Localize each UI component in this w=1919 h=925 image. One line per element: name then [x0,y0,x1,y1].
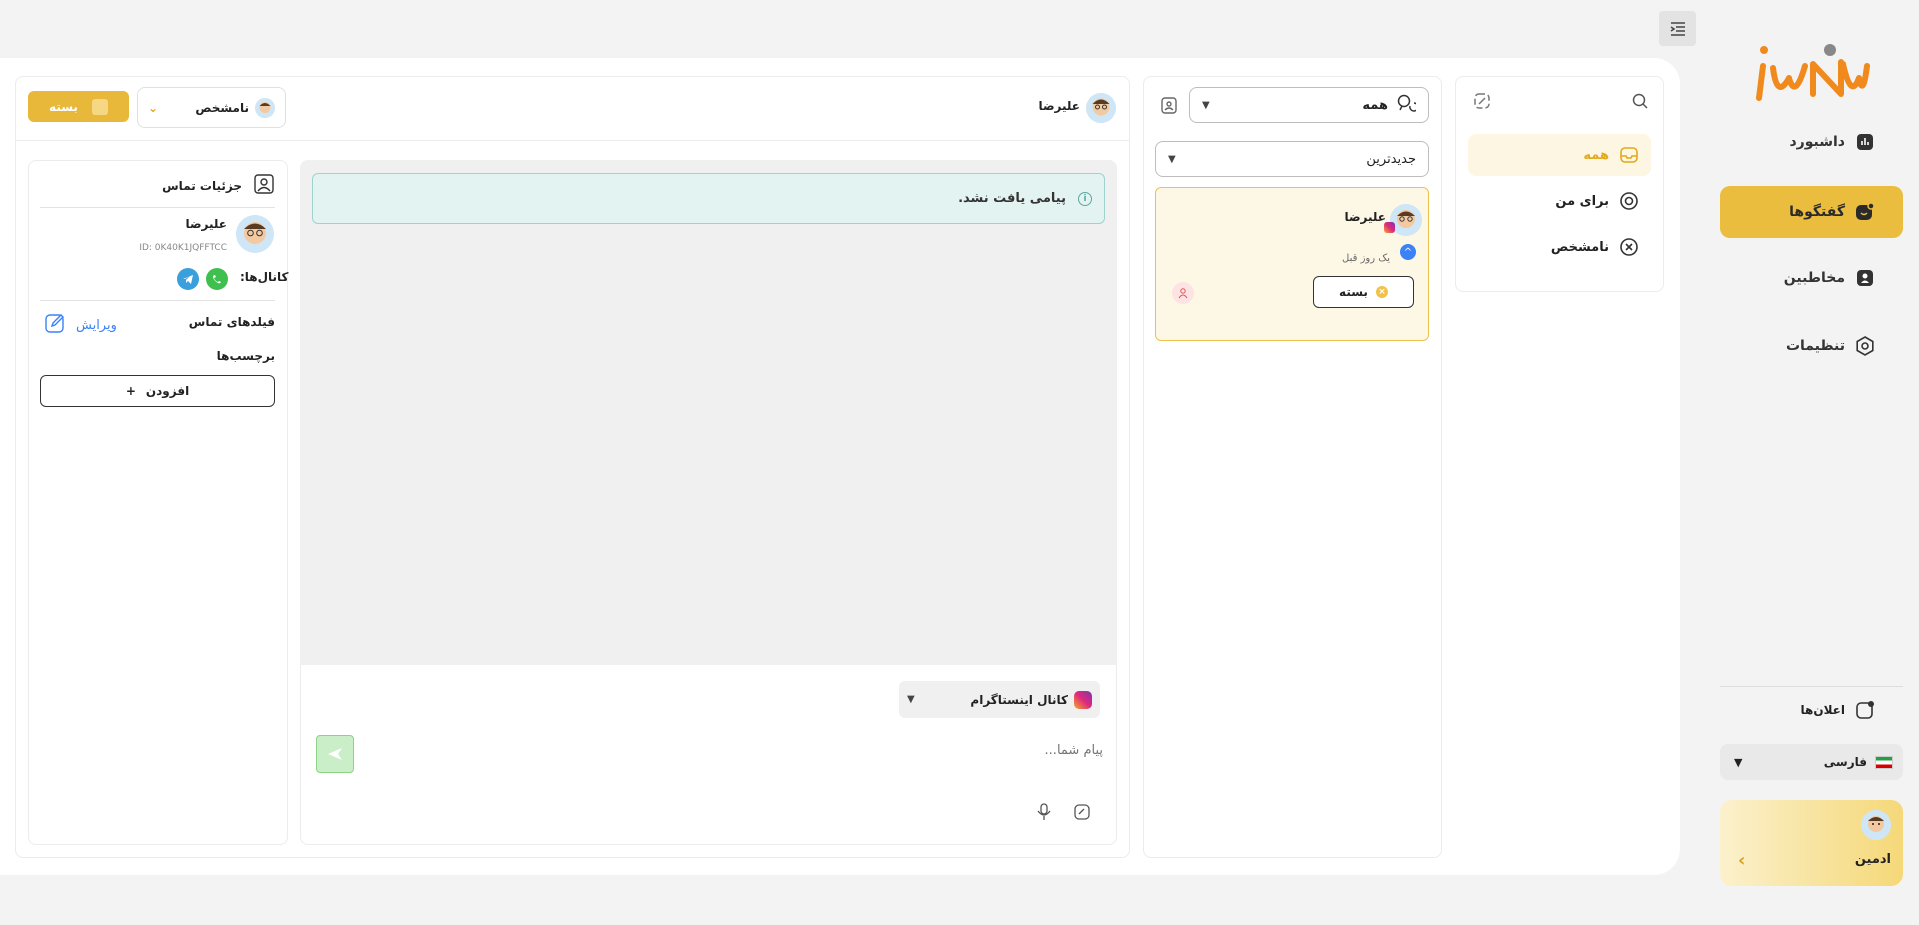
contact-name: علیرضا [185,217,227,231]
chat-icon [1855,202,1875,222]
contact-details-title: جزئیات تماس [162,178,242,193]
telegram-icon[interactable] [177,268,199,290]
send-button[interactable] [316,735,354,773]
edit-fields-button[interactable]: ویرایش [44,312,117,338]
menu-toggle-button[interactable] [1659,11,1696,46]
message-input[interactable] [370,735,1103,765]
contact-id: ID: 0K40K1JQFFTCC [139,243,227,253]
assignee-select[interactable]: نامشخص ⌄ [137,87,286,128]
scope-select[interactable]: همه ▼ [1189,87,1429,123]
search-icon[interactable] [1631,92,1649,114]
sidebar-item-dashboard[interactable]: داشبورد [1720,116,1903,168]
conversation-time: یک روز قبل [1342,253,1390,264]
status-button-label: بسته [49,99,78,114]
filter-unassigned[interactable]: نامشخص [1468,226,1651,268]
avatar [255,97,275,118]
profile-name: ادمین [1854,852,1891,867]
attachment-icon[interactable] [1074,804,1090,824]
sort-select[interactable]: جدیدترین ▼ [1155,141,1429,177]
info-icon: i [1078,191,1092,206]
close-circle-icon [1619,237,1639,257]
chevron-down-icon: ▼ [1168,153,1176,165]
channel-value: کانال اینستاگرام [970,692,1068,707]
profile-card[interactable]: ادمین ‹ [1720,800,1903,886]
iran-flag-icon [1875,755,1893,769]
avatar [236,215,274,253]
microphone-icon[interactable] [1037,803,1051,825]
conversation-name: علیرضا [1344,210,1386,224]
chart-icon [1855,132,1875,152]
status-badge[interactable]: × بسته [1313,276,1414,308]
whatsapp-icon[interactable] [206,268,228,290]
language-select[interactable]: فارسی ▼ [1720,744,1903,780]
status-button[interactable]: بسته [28,91,129,122]
chat-contact-name: علیرضا [1038,99,1080,113]
messages-area [300,160,1117,665]
avatar [1086,93,1116,123]
unassigned-user-icon[interactable] [1172,282,1194,304]
status-label: بسته [1339,285,1368,299]
divider [40,207,275,208]
contact-filter-icon[interactable] [1160,95,1178,119]
sidebar-item-label: داشبورد [1789,134,1846,150]
filter-mine[interactable]: برای من [1468,180,1651,222]
sidebar-item-contacts[interactable]: مخاطبین [1720,252,1903,304]
chevron-left-icon[interactable]: ‹ [1738,850,1745,871]
at-icon [1619,191,1639,211]
settings-icon [1855,336,1875,356]
sort-select-value: جدیدترین [1366,151,1416,167]
brand-logo [1755,42,1870,102]
edit-label: ویرایش [76,317,117,333]
chevron-down-icon: ▼ [1734,755,1743,769]
avatar [1861,810,1891,840]
sidebar-item-label: مخاطبین [1783,270,1845,286]
contacts-icon [1855,268,1875,288]
channel-select[interactable]: کانال اینستاگرام ▼ [899,681,1100,718]
instagram-icon [1074,690,1092,709]
contact-details-panel [28,160,288,845]
filter-label: برای من [1555,193,1609,209]
avatar [1390,204,1422,236]
chevron-down-icon: ⌄ [148,100,159,115]
filter-label: نامشخص [1550,239,1609,255]
chevron-up-icon[interactable]: ^ [1400,244,1416,260]
announcements-link[interactable]: اعلان‌ها [1720,690,1903,730]
scope-select-value: همه [1362,97,1388,113]
sidebar-divider [1720,686,1903,687]
plus-icon: + [125,384,136,398]
chat-scope-icon [1396,94,1419,116]
sidebar-item-label: گفتگوها [1789,204,1845,220]
list-item[interactable]: علیرضا ^ یک روز قبل × بسته [1155,187,1429,341]
filter-all[interactable]: همه [1468,134,1651,176]
empty-messages-alert: i پیامی یافت نشد. [312,173,1105,224]
empty-messages-text: پیامی یافت نشد. [958,191,1066,206]
announcements-label: اعلان‌ها [1800,703,1846,717]
chevron-down-icon: ▼ [1202,99,1210,111]
chevron-down-icon: ▼ [907,694,915,705]
close-circle-icon: × [1375,286,1388,298]
assignee-value: نامشخص [195,100,249,115]
filter-settings-icon[interactable] [1473,92,1491,114]
channels-label: کانال‌ها: [240,270,289,284]
archive-icon [91,98,108,115]
contact-fields-label: فیلدهای تماس [188,315,275,329]
edit-icon [44,312,66,338]
inbox-icon [1619,145,1639,165]
filter-label: همه [1583,147,1609,163]
chat-header-divider [16,140,1129,141]
divider [40,300,275,301]
tags-label: برچسب‌ها [216,349,275,363]
add-tag-button[interactable]: افزودن + [40,375,275,407]
sidebar-item-conversations[interactable]: گفتگوها [1720,186,1903,238]
send-icon [328,748,342,760]
language-label: فارسی [1823,755,1867,769]
sidebar-item-label: تنظیمات [1785,338,1845,354]
contact-details-header: جزئیات تماس [162,174,274,197]
add-tag-label: افزودن [145,384,190,398]
contact-card-icon [254,174,274,197]
sidebar-item-settings[interactable]: تنظیمات [1720,320,1903,372]
bell-icon [1855,700,1875,720]
menu-collapse-icon [1670,21,1685,36]
